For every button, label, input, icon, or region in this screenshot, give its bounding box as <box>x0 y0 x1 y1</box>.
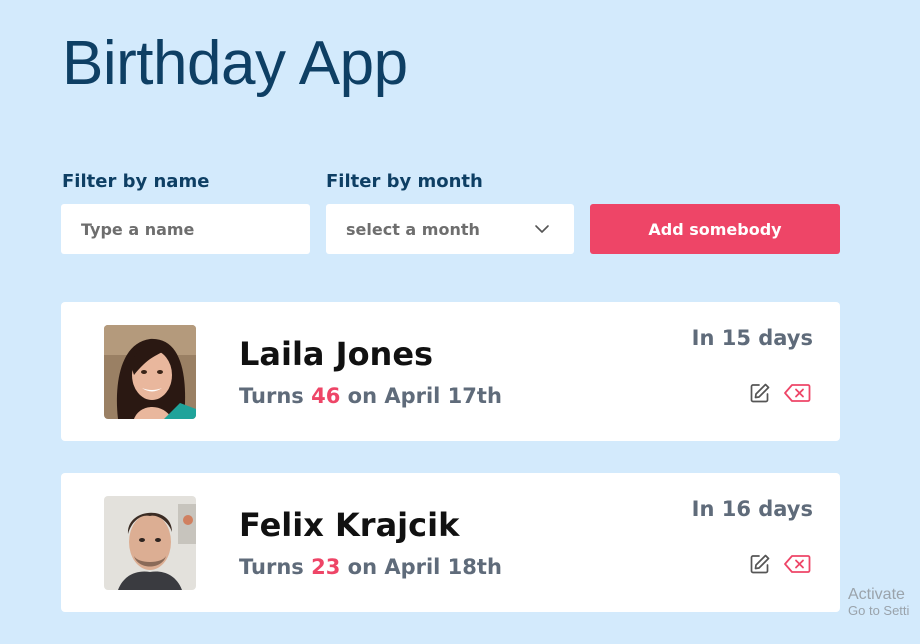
birthday-info: Turns 46 on April 17th <box>239 384 502 408</box>
add-somebody-button[interactable]: Add somebody <box>590 204 840 254</box>
delete-icon[interactable] <box>783 553 811 575</box>
days-left: In 16 days <box>691 497 813 521</box>
month-filter-select[interactable]: select a month <box>326 204 574 254</box>
watermark-line-1: Activate <box>848 586 905 603</box>
days-left: In 15 days <box>691 326 813 350</box>
age: 23 <box>311 555 341 579</box>
birthday-card: Felix Krajcik Turns 23 on April 18th In … <box>61 473 840 612</box>
name-filter-input[interactable] <box>61 204 310 254</box>
filter-month-label: Filter by month <box>326 171 483 192</box>
birthday-date: on April 17th <box>347 384 502 408</box>
edit-icon[interactable] <box>749 553 771 575</box>
person-name: Laila Jones <box>239 335 434 373</box>
avatar <box>104 325 196 419</box>
chevron-down-icon <box>535 225 549 233</box>
avatar <box>104 496 196 590</box>
birthday-card: Laila Jones Turns 46 on April 17th In 15… <box>61 302 840 441</box>
person-name: Felix Krajcik <box>239 506 460 544</box>
birthday-date: on April 18th <box>347 555 502 579</box>
edit-icon[interactable] <box>749 382 771 404</box>
month-select-value: select a month <box>346 219 480 239</box>
turns-prefix: Turns <box>239 555 304 579</box>
filter-name-label: Filter by name <box>62 171 210 192</box>
age: 46 <box>311 384 341 408</box>
turns-prefix: Turns <box>239 384 304 408</box>
page-title: Birthday App <box>62 29 408 98</box>
windows-activation-watermark: Activate Go to Setti <box>848 586 909 619</box>
delete-icon[interactable] <box>783 382 811 404</box>
watermark-line-2: Go to Setti <box>848 603 910 619</box>
birthday-info: Turns 23 on April 18th <box>239 555 502 579</box>
